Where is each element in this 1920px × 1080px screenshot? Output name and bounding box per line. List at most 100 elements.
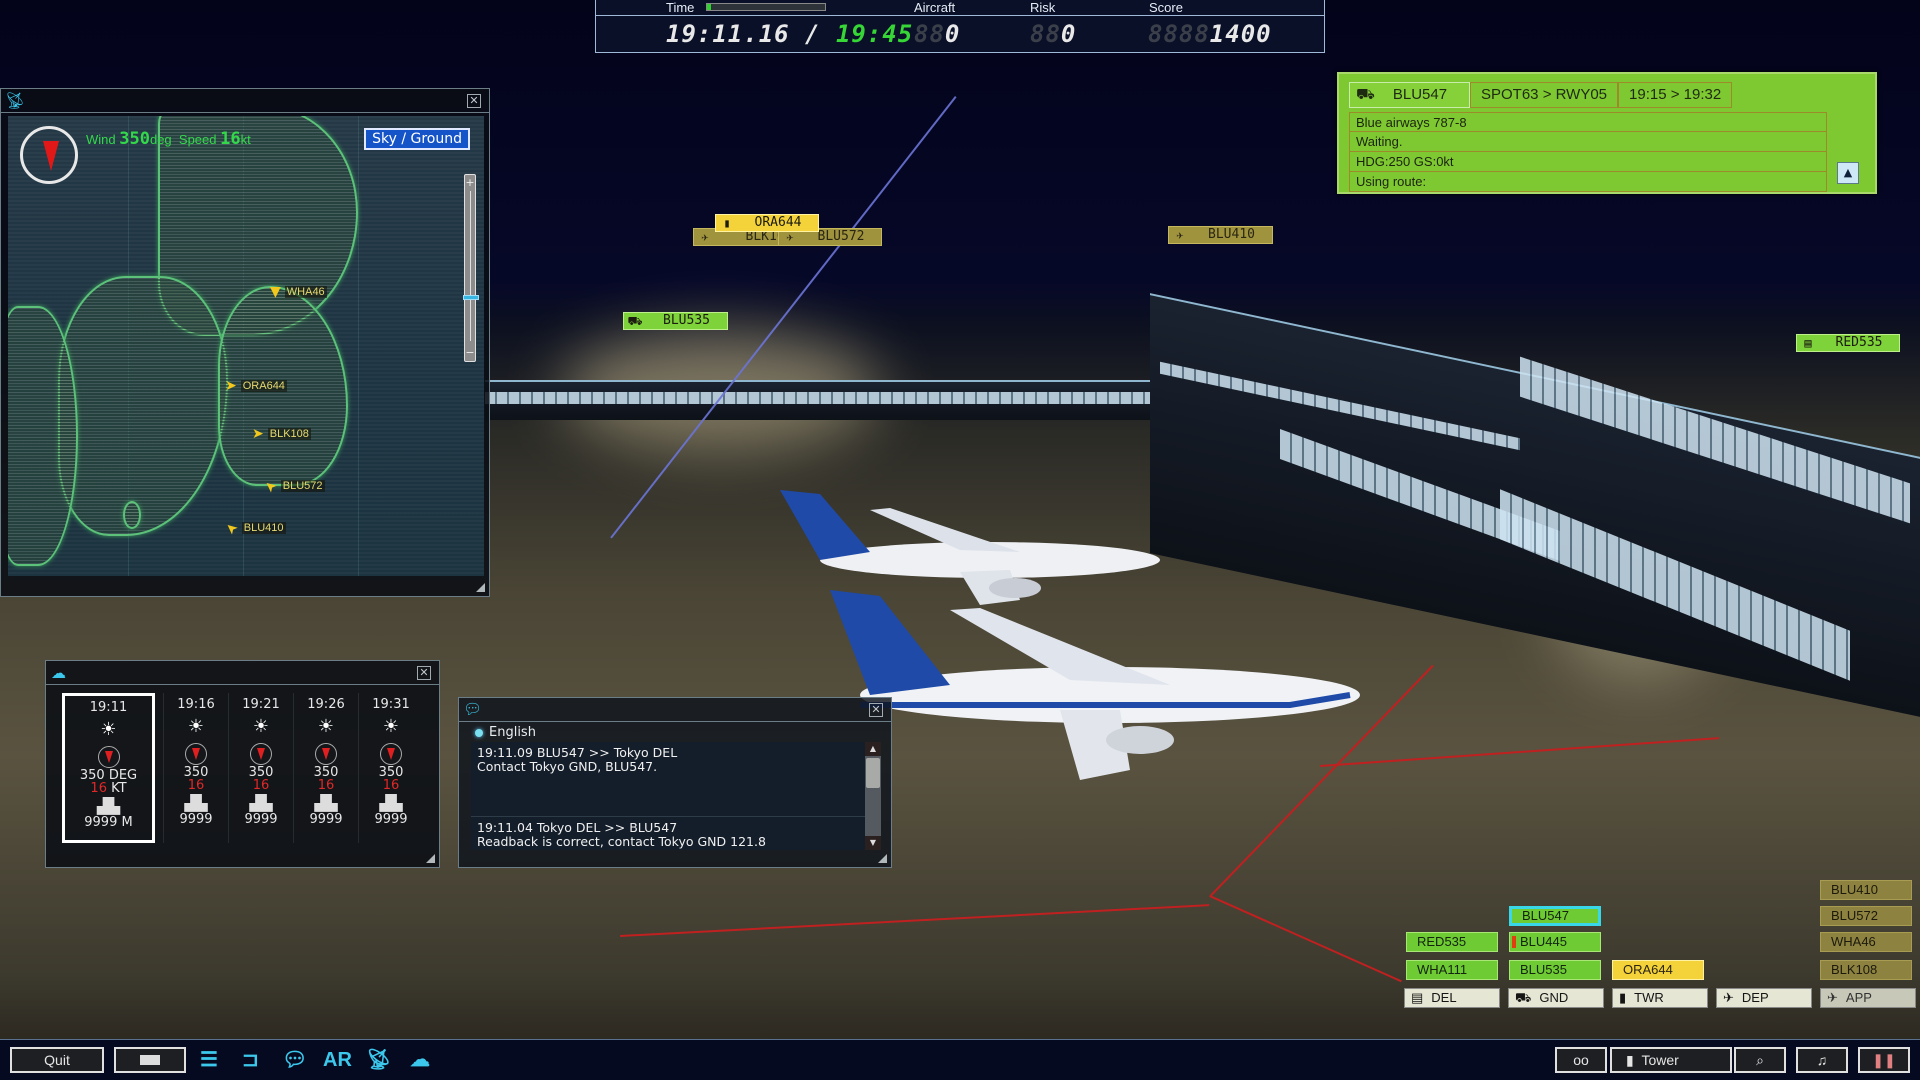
view-select-button[interactable]: ▮ Tower [1610,1047,1732,1073]
strip-BLU572[interactable]: BLU572 [1820,906,1912,926]
aircraft-label: Aircraft [914,0,956,15]
aircraft-arrow-icon: ➤ [225,378,237,394]
plane-departure-icon: ✈ [1723,990,1734,1005]
collapse-button[interactable]: ▲ [1837,162,1859,184]
close-button[interactable]: ✕ [869,703,883,717]
taxiway-line [620,904,1210,937]
forecast-column: 19:16 ☀ 350 16 ▟▙ 9999 [163,693,228,843]
category-twr[interactable]: ▮ TWR [1612,988,1708,1008]
radar-map[interactable]: Wind 350deg Speed 16kt Sky / Ground + − … [8,116,484,576]
score-label: Score [1149,0,1183,15]
scroll-up-icon[interactable]: ▲ [865,742,881,756]
aircraft-arrow-icon: ➤ [261,476,281,496]
weather-forecast-panel[interactable]: ☁ ✕ 19:11 ☀ 350 DEG 16 KT ▟▙ 9999 M 19:1… [45,660,440,868]
chat-bubble-icon: 💬︎ [463,700,483,718]
forecast-column: 19:26 ☀ 350 16 ▟▙ 9999 [293,693,358,843]
tower-icon: ▮ [1626,1052,1634,1068]
strip-BLK108[interactable]: BLK108 [1820,960,1912,980]
radar-map-panel[interactable]: 📡︎ ✕ Wind 350deg Speed 16kt Sky / Ground… [0,88,490,597]
chat-titlebar[interactable]: 💬︎ ✕ [459,698,891,722]
strip-BLU445[interactable]: BLU445 [1509,932,1601,952]
scene-tag-RED535[interactable]: ▤ RED535 [1796,334,1900,352]
plane-arrival-icon: ✈ [1827,990,1838,1005]
radar-icon[interactable]: 📡︎ [366,1049,391,1071]
map-aircraft-BLK108[interactable]: ➤ BLK108 [252,426,311,442]
strip-BLU535[interactable]: BLU535 [1509,960,1601,980]
strip-route-info: Using route: [1349,172,1827,192]
strip-BLU410[interactable]: BLU410 [1820,880,1912,900]
pause-icon: ❚❚ [1872,1052,1896,1068]
zoom-slider[interactable]: + − [463,174,479,362]
island [123,501,141,529]
chat-icon[interactable]: 💬︎ [282,1049,307,1071]
clipboard-icon: ▤ [1411,990,1424,1005]
message-log[interactable]: 19:11.09 BLU547 >> Tokyo DEL Contact Tok… [471,742,867,850]
zoom-out-icon[interactable]: − [465,347,475,359]
language-selector[interactable]: English [475,725,536,740]
zoom-in-icon[interactable]: + [465,177,475,189]
wind-direction-icon [97,746,120,768]
category-del[interactable]: ▤ DEL [1404,988,1500,1008]
map-aircraft-BLU410[interactable]: ➤ BLU410 [222,518,286,538]
strip-times: 19:15 > 19:32 [1618,82,1733,108]
map-titlebar[interactable]: 📡︎ ✕ [1,89,489,113]
radio-log-panel[interactable]: 💬︎ ✕ English 19:11.09 BLU547 >> Tokyo DE… [458,697,892,868]
forecast-column: 19:31 ☀ 350 16 ▟▙ 9999 [358,693,423,843]
forecast-column: 19:21 ☀ 350 16 ▟▙ 9999 [228,693,293,843]
strip-callsign[interactable]: ⛟ BLU547 [1349,82,1470,108]
category-dep[interactable]: ✈ DEP [1716,988,1812,1008]
weather-titlebar[interactable]: ☁ ✕ [46,661,439,685]
map-aircraft-WHA46[interactable]: ▼ WHA46 [270,284,327,300]
close-button[interactable]: ✕ [417,666,431,680]
search-button[interactable]: ⌕ [1734,1047,1786,1073]
wind-direction-icon [380,743,402,765]
music-button[interactable]: ♫ [1796,1047,1848,1073]
tug-icon: ⛟ [1356,86,1375,103]
strip-board[interactable]: RED535 WHA111 BLU547 BLU445 BLU535 ORA64… [1400,876,1920,1008]
weather-icon[interactable]: ☁ [410,1049,430,1071]
risk-value: 0 [1060,20,1077,48]
end-time: 19:45 [835,20,914,48]
strip-ORA644[interactable]: ORA644 [1612,960,1704,980]
scroll-thumb[interactable] [866,758,880,788]
flight-strip-icon[interactable]: ⊐ [242,1049,259,1071]
clipboard-icon: ▤ [1804,336,1812,350]
music-icon: ♫ [1816,1052,1828,1068]
strip-BLU547[interactable]: BLU547 [1509,906,1601,926]
message-item: 19:11.09 BLU547 >> Tokyo DEL Contact Tok… [477,745,678,774]
scene-tag-BLU410[interactable]: ✈ BLU410 [1168,226,1273,244]
window-toggle-button[interactable] [114,1047,186,1073]
sky-ground-toggle[interactable]: Sky / Ground [364,128,470,150]
category-app[interactable]: ✈ APP [1820,988,1916,1008]
strip-aircraft-type: Blue airways 787-8 [1349,112,1827,132]
bottom-toolbar: Quit ☰ ⊐ 💬︎ AR 📡︎ ☁ oo ▮ Tower ⌕ ♫ ❚❚ [0,1039,1920,1080]
strip-WHA46[interactable]: WHA46 [1820,932,1912,952]
zoom-thumb[interactable] [463,294,479,300]
radar-dish-icon: 📡︎ [5,91,26,110]
ar-button[interactable]: AR [323,1049,352,1071]
binoculars-button[interactable]: oo [1555,1047,1607,1073]
aircraft-arrow-icon: ➤ [222,518,242,538]
runway-visibility-icon: ▟▙ [96,797,121,815]
resize-handle[interactable] [476,583,485,592]
map-aircraft-ORA644[interactable]: ➤ ORA644 [225,378,287,394]
quit-button[interactable]: Quit [10,1047,104,1073]
scroll-down-icon[interactable]: ▼ [865,836,881,850]
strip-list-icon[interactable]: ☰ [200,1049,218,1071]
map-aircraft-BLU572[interactable]: ➤ BLU572 [261,476,325,496]
flight-strip-detail[interactable]: ⛟ BLU547 SPOT63 > RWY05 19:15 > 19:32 Bl… [1337,72,1877,194]
resize-handle[interactable] [426,854,435,863]
wind-direction-needle [43,141,59,171]
strip-WHA111[interactable]: WHA111 [1406,960,1498,980]
close-button[interactable]: ✕ [467,94,481,108]
terminal-windows [485,392,1185,404]
score-value: 1400 [1209,20,1272,48]
resize-handle[interactable] [878,854,887,863]
strip-RED535[interactable]: RED535 [1406,932,1498,952]
scene-tag-BLU535[interactable]: ⛟ BLU535 [623,312,728,330]
pause-button[interactable]: ❚❚ [1858,1047,1910,1073]
time-separator: / [805,20,821,48]
category-gnd[interactable]: ⛟ GND [1508,988,1604,1008]
message-scrollbar[interactable]: ▲ ▼ [865,742,881,850]
scene-tag-ORA644[interactable]: ▮ ORA644 [715,214,819,232]
